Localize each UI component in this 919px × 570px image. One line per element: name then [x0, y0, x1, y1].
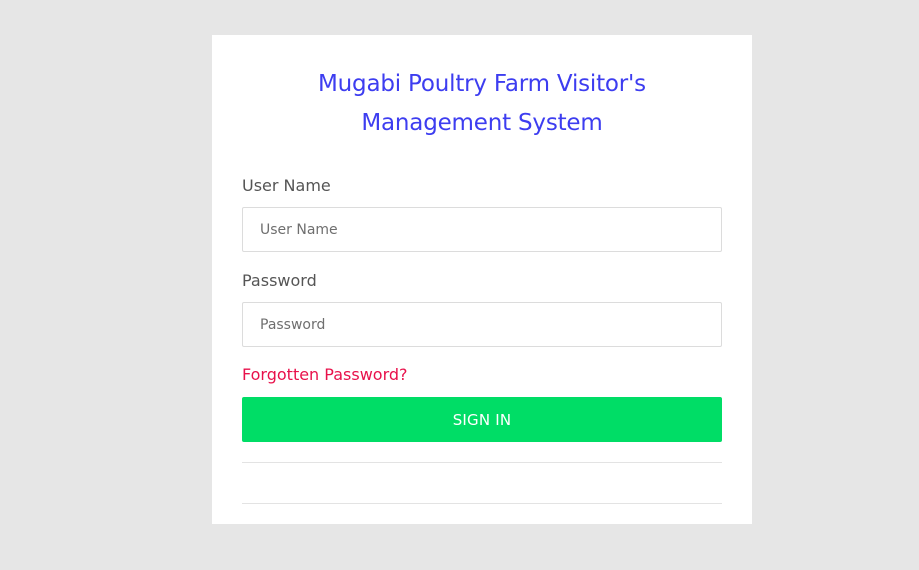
username-label: User Name — [242, 176, 331, 195]
forgot-password-link[interactable]: Forgotten Password? — [242, 365, 408, 385]
page-title-line-1: Mugabi Poultry Farm Visitor's — [318, 71, 646, 97]
sign-in-button[interactable]: SIGN IN — [242, 397, 722, 442]
page-title-line-2: Management System — [361, 110, 603, 136]
divider-top — [242, 462, 722, 463]
login-card: Mugabi Poultry Farm Visitor's Management… — [212, 35, 752, 524]
password-input[interactable] — [242, 302, 722, 347]
divider-bottom — [242, 503, 722, 504]
username-input[interactable] — [242, 207, 722, 252]
password-label: Password — [242, 271, 317, 290]
page-title: Mugabi Poultry Farm Visitor's Management… — [242, 35, 722, 143]
